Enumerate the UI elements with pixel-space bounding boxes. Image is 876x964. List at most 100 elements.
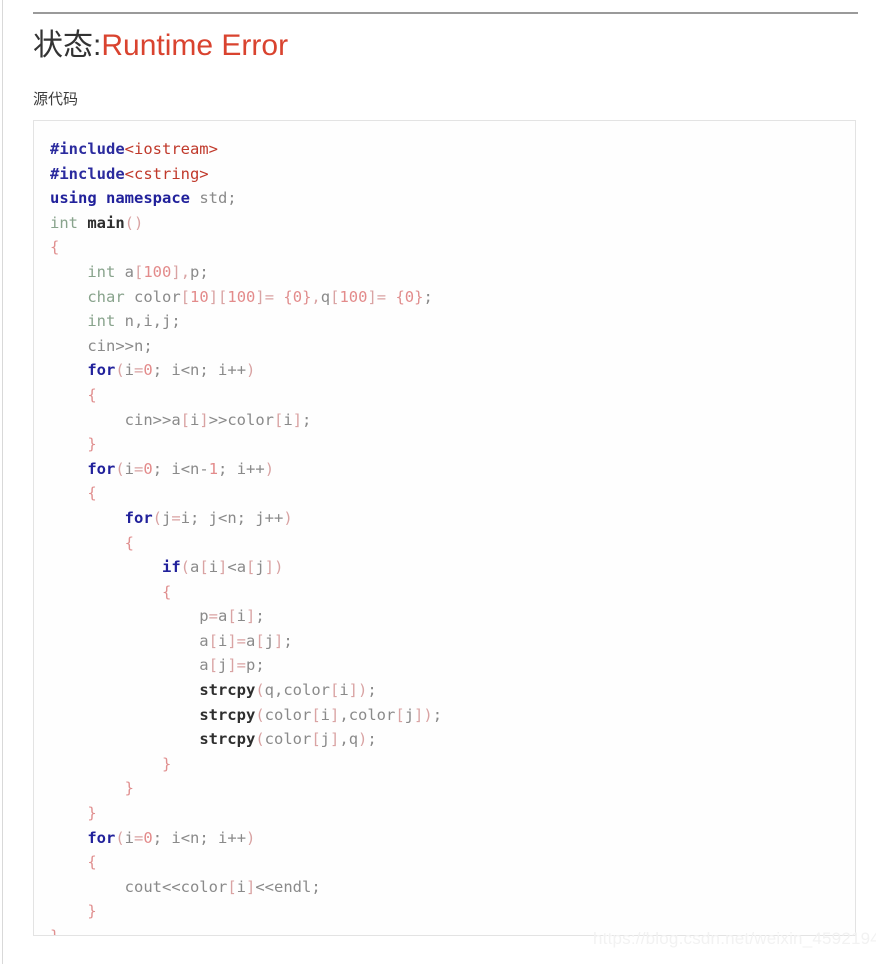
code-token-punc: [ bbox=[180, 410, 190, 429]
code-line: { bbox=[50, 383, 855, 408]
code-token-brace: } bbox=[87, 804, 97, 823]
code-token-punc: ) bbox=[264, 459, 275, 478]
code-token-brace: { bbox=[161, 582, 172, 601]
code-token-punc: [ bbox=[274, 410, 284, 429]
code-token-punc: = bbox=[134, 459, 144, 478]
code-token-punc: [ bbox=[227, 607, 237, 626]
code-token-plain: j bbox=[404, 705, 415, 724]
code-token-num: 1 bbox=[208, 459, 219, 478]
code-token-punc: [ bbox=[246, 558, 256, 577]
code-line: a[i]=a[j]; bbox=[50, 629, 855, 654]
code-token-plain: <a bbox=[227, 558, 247, 577]
code-line: } bbox=[50, 899, 855, 924]
code-token-plain: i bbox=[124, 361, 135, 380]
code-token-brace: } bbox=[124, 779, 134, 798]
code-token-punc: ) bbox=[358, 681, 368, 700]
code-token-plain: ,q bbox=[339, 730, 359, 749]
code-token-plain: color bbox=[264, 730, 312, 749]
code-token-plain: j bbox=[217, 656, 228, 675]
source-code-text[interactable]: #include<iostream> #include<cstring> using… bbox=[34, 121, 855, 935]
code-token-punc: ][ bbox=[208, 287, 228, 306]
code-token-type: int bbox=[87, 312, 125, 331]
code-token-punc: ] bbox=[414, 705, 424, 724]
code-line: char color[10][100]= {0},q[100]= {0}; bbox=[50, 285, 855, 310]
code-token-plain: ; bbox=[302, 410, 312, 429]
code-token-num: 10 bbox=[190, 287, 209, 306]
code-token-punc: = bbox=[264, 287, 275, 306]
code-token-plain: a bbox=[124, 262, 134, 281]
code-line: cin>>a[i]>>color[i]; bbox=[50, 408, 855, 433]
code-line: { bbox=[50, 850, 855, 875]
code-token-fn: strcpy bbox=[199, 681, 256, 700]
code-token-punc: ) bbox=[283, 508, 293, 527]
code-token-plain: std; bbox=[189, 189, 237, 208]
code-token-plain: ; bbox=[152, 828, 172, 847]
status-badge: Runtime Error bbox=[101, 29, 289, 62]
code-token-plain: color bbox=[264, 705, 312, 724]
code-token-punc: [ bbox=[329, 681, 340, 700]
watermark-url: https://blog.csdn.net/weixin_45921943 bbox=[593, 929, 876, 948]
code-token-punc: ] bbox=[218, 558, 228, 577]
code-token-punc: ] bbox=[246, 607, 256, 626]
code-line: cin>>n; bbox=[50, 334, 855, 359]
code-token-num: 100 bbox=[227, 287, 256, 306]
code-token-punc: ( bbox=[255, 705, 265, 724]
code-token-punc: () bbox=[124, 213, 144, 232]
code-token-kw: using namespace bbox=[50, 189, 190, 208]
code-token-plain: cout<<color bbox=[50, 877, 228, 896]
code-token-plain: j bbox=[255, 558, 265, 577]
code-token-plain: color bbox=[134, 287, 181, 306]
code-token-plain: i bbox=[124, 459, 135, 478]
code-token-punc: ] bbox=[330, 705, 340, 724]
code-line: for(i=0; i<n-1; i++) bbox=[50, 457, 855, 482]
code-token-plain: p; bbox=[190, 262, 209, 281]
code-token-punc: ( bbox=[180, 558, 190, 577]
code-token-brace: { bbox=[87, 385, 97, 404]
code-token-punc: = bbox=[171, 508, 181, 527]
code-token-punc: = bbox=[376, 287, 387, 306]
code-token-plain: i bbox=[236, 607, 247, 626]
code-token-punc: ] bbox=[227, 631, 237, 650]
code-token-brace: { bbox=[50, 238, 60, 257]
code-token-punc: ( bbox=[115, 828, 125, 847]
code-line: strcpy(color[j],q); bbox=[50, 727, 855, 752]
code-line: } bbox=[50, 801, 855, 826]
code-token-fn: main bbox=[87, 213, 125, 232]
code-token-kw: for bbox=[124, 508, 153, 527]
code-line: { bbox=[50, 580, 855, 605]
code-token-punc: = bbox=[134, 361, 144, 380]
code-token-punc: ) bbox=[274, 558, 284, 577]
code-token-plain: q,color bbox=[264, 681, 330, 700]
code-token-punc: = bbox=[236, 656, 247, 675]
code-line: int main() bbox=[50, 211, 855, 236]
code-token-fn: strcpy bbox=[199, 730, 256, 749]
code-token-punc: ] bbox=[348, 681, 359, 700]
code-token-hdr: <iostream> bbox=[124, 140, 218, 158]
code-token-brace: { bbox=[124, 533, 134, 552]
code-token-plain: j bbox=[264, 631, 275, 650]
source-code-block[interactable]: #include<iostream> #include<cstring> using… bbox=[33, 120, 856, 936]
code-token-punc: ( bbox=[255, 730, 265, 749]
code-token-brace: } bbox=[161, 754, 172, 773]
code-token-plain: ; bbox=[423, 287, 433, 306]
code-token-punc: , bbox=[180, 262, 191, 281]
code-line: int n,i,j; bbox=[50, 309, 855, 334]
code-token-num: 0 bbox=[143, 459, 153, 478]
code-token-punc: [ bbox=[208, 656, 218, 675]
code-token-plain: i bbox=[124, 828, 135, 847]
code-token-punc: , bbox=[311, 287, 321, 306]
code-token-plain: ; bbox=[367, 730, 377, 749]
code-token-punc: ) bbox=[246, 361, 256, 380]
code-token-brace: { bbox=[386, 287, 405, 306]
code-token-plain: n,i,j; bbox=[124, 312, 181, 331]
code-token-punc: ] bbox=[255, 287, 265, 306]
